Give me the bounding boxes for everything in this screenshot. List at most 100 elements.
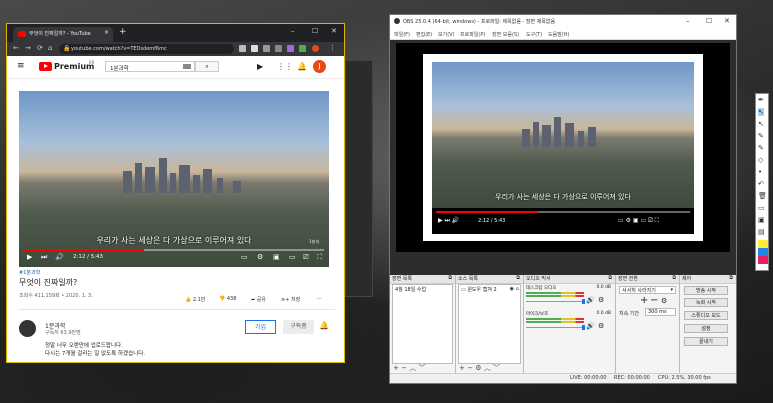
share-button[interactable]: ➦ 공유 <box>251 296 266 303</box>
scene-item[interactable]: 4월 18일 수업 <box>393 285 452 294</box>
theater-icon[interactable]: ▭ <box>289 253 296 261</box>
exit-button[interactable]: 끝내기 <box>684 337 728 346</box>
user-avatar[interactable]: J <box>313 60 326 73</box>
forward-button[interactable]: → <box>25 44 31 52</box>
dock-undock-icon[interactable]: ⧉ <box>516 275 520 281</box>
gear-icon[interactable]: ⚙ <box>661 297 667 305</box>
gear-icon[interactable]: ⚙ <box>598 296 604 304</box>
extension-icon[interactable] <box>299 45 306 52</box>
play-icon[interactable]: ▶ <box>27 253 32 261</box>
remove-icon[interactable]: − <box>467 364 473 372</box>
transition-select[interactable]: 서서히 사라지기 ▾ <box>619 286 676 294</box>
volume-knob[interactable] <box>582 325 585 330</box>
browser-tab[interactable]: 무엇이 진짜일까? - YouTube × <box>13 27 113 42</box>
screenshot-icon[interactable]: ▣ <box>758 216 765 224</box>
start-recording-button[interactable]: 녹화 시작 <box>684 298 728 307</box>
add-icon[interactable]: + <box>393 364 399 372</box>
join-button[interactable]: 가입 <box>245 320 276 334</box>
dislike-button[interactable]: 👎 438 <box>219 296 236 302</box>
obs-maximize-button[interactable]: ☐ <box>706 17 712 25</box>
search-button[interactable]: ⌕ <box>195 61 219 72</box>
dock-undock-icon[interactable]: ⧉ <box>729 275 733 281</box>
dock-undock-icon[interactable]: ⧉ <box>608 275 612 281</box>
gear-icon[interactable]: ⚙ <box>598 322 604 330</box>
like-button[interactable]: 👍 2.1만 <box>185 296 205 303</box>
close-button[interactable]: ✕ <box>331 27 337 35</box>
obs-minimize-button[interactable]: – <box>686 17 690 25</box>
scenes-list[interactable]: 4월 18일 수업 <box>392 284 453 364</box>
extension-icon[interactable] <box>263 45 270 52</box>
up-icon[interactable]: ︿ <box>484 364 491 372</box>
dock-undock-icon[interactable]: ⧉ <box>672 275 676 281</box>
add-transition-icon[interactable]: + <box>640 295 648 306</box>
pen-icon[interactable]: ✒ <box>758 96 764 104</box>
extension-icon[interactable] <box>275 45 282 52</box>
obs-close-button[interactable]: ✕ <box>724 17 730 25</box>
bell-icon[interactable]: 🔔 <box>319 321 329 330</box>
search-input[interactable]: 1분과학 <box>105 61 195 72</box>
menu-edit[interactable]: 편집(E) <box>416 31 432 38</box>
volume-slider[interactable] <box>526 327 584 328</box>
speaker-icon[interactable]: 🔊 <box>586 322 595 330</box>
chrome-window[interactable]: 무엇이 진짜일까? - YouTube × + – ☐ ✕ ← → ⟳ ⌂ 🔒 … <box>6 23 345 363</box>
notification-bell-icon[interactable]: 🔔 <box>297 62 307 71</box>
obs-preview[interactable]: 우리가 사는 세상은 다 가상으로 이루어져 있다 ▶ ⏭ 🔊 2:12 / 5… <box>396 43 730 252</box>
trash-icon[interactable]: 🗑 <box>758 192 767 200</box>
duration-input[interactable]: 300 ms <box>645 308 676 316</box>
volume-slider[interactable] <box>526 301 584 302</box>
clipboard-icon[interactable]: ▤ <box>758 228 765 236</box>
color-blue-swatch[interactable] <box>758 248 768 256</box>
hamburger-menu-icon[interactable]: ≡ <box>17 61 25 71</box>
menu-profile[interactable]: 프로파일(P) <box>460 31 485 38</box>
menu-tools[interactable]: 도구(T) <box>526 31 542 38</box>
extension-icon[interactable] <box>251 45 258 52</box>
sources-list[interactable]: ▭ 윈도우 캡쳐 2 ◉ ▫ <box>458 284 521 364</box>
minimize-button[interactable]: – <box>291 27 295 35</box>
save-button[interactable]: ≡+ 저장 <box>281 296 300 303</box>
keyboard-icon[interactable] <box>183 64 191 69</box>
menu-file[interactable]: 파일(F) <box>394 31 410 38</box>
highlighter-icon[interactable]: ✎ <box>758 132 764 140</box>
maximize-button[interactable]: ☐ <box>312 27 318 35</box>
extension-icon[interactable] <box>287 45 294 52</box>
back-button[interactable]: ← <box>13 44 19 52</box>
eraser-icon[interactable]: ◇ <box>758 156 763 164</box>
video-player[interactable]: 우리가 사는 세상은 다 가상으로 이루어져 있다 1분과 ▶ ⏭ 🔊 2:12… <box>19 91 329 267</box>
channel-avatar[interactable] <box>19 320 36 337</box>
remove-icon[interactable]: − <box>401 364 407 372</box>
address-bar[interactable]: 🔒 youtube.com/watch?v=TEDsdemf6mc <box>59 44 234 54</box>
studio-mode-button[interactable]: 스튜디오 모드 <box>684 311 728 320</box>
settings-button[interactable]: 설정 <box>684 324 728 333</box>
undo-icon[interactable]: ↶ <box>758 180 764 188</box>
start-streaming-button[interactable]: 방송 시작 <box>684 286 728 295</box>
apps-icon[interactable]: ⋮⋮ <box>277 62 293 71</box>
reload-button[interactable]: ⟳ <box>37 44 43 52</box>
more-actions-button[interactable]: ⋯ <box>317 296 322 302</box>
source-item[interactable]: ▭ 윈도우 캡쳐 2 ◉ ▫ <box>459 285 520 294</box>
youtube-logo-icon[interactable] <box>39 62 52 71</box>
obs-window[interactable]: OBS 25.0.4 (64-bit, windows) - 프로파일: 제목없… <box>389 14 737 384</box>
fullscreen-icon[interactable]: ⛶ <box>317 253 322 262</box>
dot-icon[interactable]: • <box>758 168 762 176</box>
miniplayer-icon[interactable]: ▣ <box>273 253 280 261</box>
down-icon[interactable]: ﹀ <box>418 364 425 372</box>
speaker-icon[interactable]: 🔊 <box>586 296 595 304</box>
extension-icon[interactable] <box>239 45 246 52</box>
volume-knob[interactable] <box>582 299 585 304</box>
whiteboard-icon[interactable]: ▭ <box>758 204 765 212</box>
settings-gear-icon[interactable]: ⚙ <box>257 253 263 261</box>
lock-icon[interactable]: ▫ <box>516 286 519 292</box>
background-window[interactable] <box>345 60 373 297</box>
home-button[interactable]: ⌂ <box>48 44 52 52</box>
marker-icon[interactable]: ✎ <box>758 144 764 152</box>
profile-icon[interactable] <box>312 45 319 52</box>
color-yellow-swatch[interactable] <box>758 240 768 248</box>
create-video-icon[interactable]: ▶ <box>257 62 263 71</box>
menu-icon[interactable]: ⋮ <box>329 44 336 52</box>
remove-transition-icon[interactable]: − <box>650 295 658 306</box>
progress-bar[interactable] <box>24 249 324 251</box>
cursor-icon[interactable]: ↖ <box>758 120 764 128</box>
dock-undock-icon[interactable]: ⧉ <box>448 275 452 281</box>
menu-view[interactable]: 보기(V) <box>438 31 455 38</box>
pointer-icon[interactable]: ↖ <box>758 108 764 116</box>
